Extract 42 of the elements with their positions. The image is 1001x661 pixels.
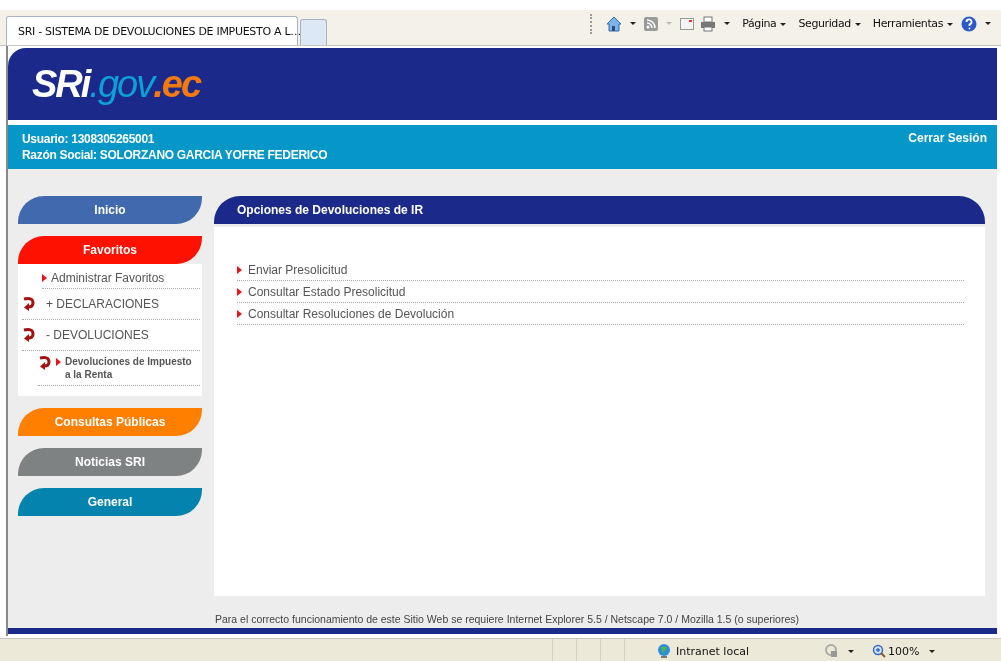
footer-note: Para el correcto funcionamiento de este Sitio Web se requiere Internet Explorer 5.5 / Netscape 7.0 / Mozilla 1.5 (o superiores) — [214, 612, 801, 625]
nav-button[interactable]: Inicio — [18, 196, 202, 224]
caret-icon[interactable] — [985, 22, 991, 25]
zoom-level[interactable]: 100% — [888, 644, 920, 658]
option-link[interactable]: Consultar Resoluciones de Devolución — [248, 306, 455, 321]
nav-button[interactable]: General — [18, 488, 202, 516]
caret-icon[interactable] — [630, 22, 637, 25]
browser-tab[interactable]: SRI - SISTEMA DE DEVOLUCIONES DE IMPUESTO A L… — [6, 16, 298, 45]
logo[interactable]: SRi.gov.ec — [32, 65, 200, 103]
mail-icon[interactable] — [680, 17, 695, 30]
zone-label: Intranet local — [676, 644, 749, 658]
feed-icon[interactable] — [644, 16, 659, 31]
menu-link[interactable]: Administrar Favoritos — [51, 270, 165, 285]
menu-folder[interactable]: - DEVOLUCIONES — [46, 328, 149, 342]
curved-arrow-icon — [38, 355, 52, 371]
bullet-icon — [42, 273, 47, 282]
user-info: Usuario: 1308305265001 — [22, 131, 156, 147]
bullet-icon — [237, 309, 242, 318]
menu-folder[interactable]: + DECLARACIONES — [46, 297, 160, 311]
option-link[interactable]: Enviar Presolicitud — [248, 262, 348, 277]
bullet-icon — [56, 358, 61, 366]
option-link[interactable]: Consultar Estado Presolicitud — [248, 284, 406, 299]
help-icon[interactable] — [961, 15, 977, 32]
toolbar-menu[interactable]: Herramientas — [872, 17, 955, 30]
globe-icon — [656, 643, 672, 659]
caret-icon[interactable] — [848, 649, 854, 653]
caret-icon[interactable] — [929, 649, 936, 653]
bullet-icon — [237, 265, 242, 274]
section-title: Opciones de Devoluciones de IR — [214, 196, 985, 224]
toolbar-menu[interactable]: Página — [742, 17, 789, 30]
nav-button[interactable]: Noticias SRI — [18, 448, 202, 476]
curved-arrow-icon — [22, 296, 36, 312]
zoom-icon — [872, 644, 886, 658]
curved-arrow-icon — [22, 327, 36, 343]
toolbar-menu[interactable]: Seguridad — [798, 17, 863, 30]
nav-button[interactable]: Favoritos — [18, 236, 202, 264]
menu-link[interactable]: Devoluciones de Impuesto a la Renta — [65, 355, 195, 381]
home-icon[interactable] — [606, 15, 623, 32]
caret-icon[interactable] — [724, 22, 731, 25]
user-info: Razón Social: SOLORZANO GARCIA YOFRE FEDERICO — [22, 147, 328, 163]
bullet-icon — [237, 287, 242, 296]
printer-icon[interactable] — [700, 15, 717, 32]
